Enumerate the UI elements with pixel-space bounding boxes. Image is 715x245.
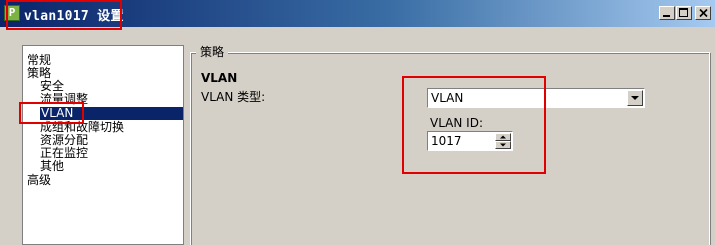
nav-item-traffic-shaping[interactable]: 流量调整 [40, 93, 88, 106]
vlan-id-increment-button[interactable] [495, 133, 511, 141]
chevron-down-icon [631, 96, 639, 100]
minimize-icon [663, 15, 670, 17]
network-adapter-icon: P [4, 5, 20, 21]
policy-group-label: 策略 [196, 45, 229, 59]
vlan-section-title: VLAN [201, 71, 238, 85]
vlan-id-value[interactable]: 1017 [431, 134, 462, 148]
vlan-type-dropdown-button[interactable] [627, 90, 643, 106]
arrow-up-icon [500, 135, 506, 139]
maximize-button[interactable] [676, 6, 692, 20]
vlan-id-label: VLAN ID: [430, 116, 483, 130]
nav-item-vlan[interactable]: VLAN [40, 107, 183, 120]
close-button[interactable] [695, 6, 711, 20]
settings-nav-tree[interactable]: 常规 策略 安全 流量调整 VLAN 成组和故障切换 资源分配 正在监控 其他 … [22, 45, 184, 245]
vlan-type-select[interactable]: VLAN [427, 88, 645, 108]
close-icon [698, 8, 708, 18]
window-title: vlan1017 设置 [24, 9, 124, 24]
title-bar[interactable]: P vlan1017 设置 [0, 0, 715, 27]
vlan-id-spinbox[interactable]: 1017 [427, 131, 513, 151]
vlan-id-decrement-button[interactable] [495, 141, 511, 149]
vlan-type-label: VLAN 类型: [201, 90, 266, 104]
nav-item-miscellaneous[interactable]: 其他 [40, 160, 64, 173]
arrow-down-icon [500, 143, 506, 147]
maximize-icon [679, 8, 688, 17]
minimize-button[interactable] [659, 6, 675, 20]
nav-item-advanced[interactable]: 高级 [27, 174, 51, 187]
vlan-type-value: VLAN [431, 91, 464, 105]
